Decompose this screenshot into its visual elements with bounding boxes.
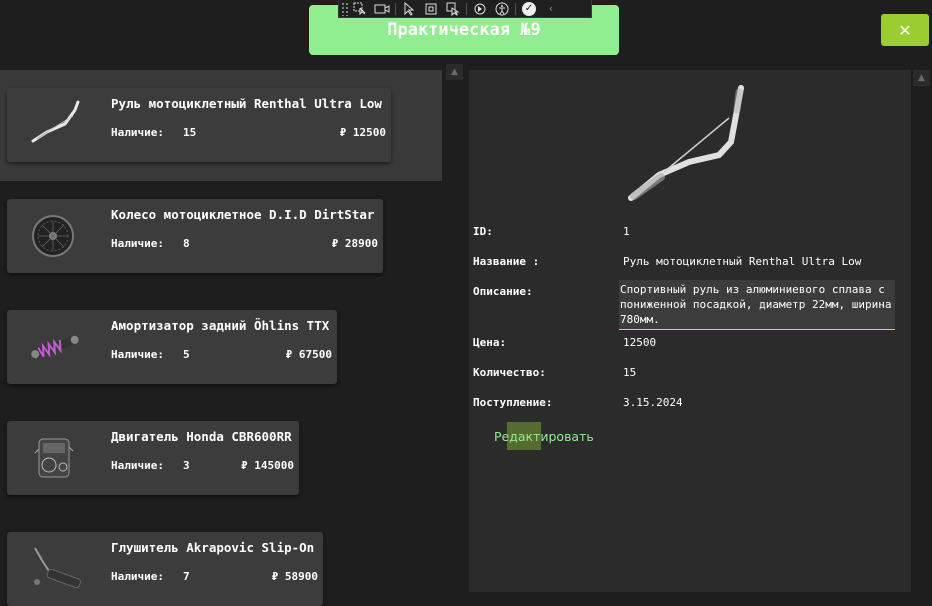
product-name: Двигатель Honda CBR600RR	[111, 429, 292, 444]
product-list[interactable]: Руль мотоциклетный Renthal Ultra Low Нал…	[0, 64, 463, 606]
id-value: 1	[623, 225, 630, 238]
handlebar-thumbnail	[25, 96, 87, 154]
pointer-target-icon[interactable]	[442, 0, 464, 17]
edit-button[interactable]: Редактировать	[494, 429, 594, 444]
exhaust-thumbnail	[25, 540, 87, 598]
toolbar-separator	[515, 2, 516, 15]
description-line: Спортивный руль из алюминиевого сплава с	[620, 283, 885, 296]
quantity-label: Количество:	[473, 366, 546, 379]
engine-thumbnail	[25, 429, 87, 487]
name-label: Название :	[473, 255, 540, 268]
product-price: ₽ 58900	[271, 570, 318, 583]
layout-bounds-icon[interactable]	[420, 0, 442, 17]
name-value: Руль мотоциклетный Renthal Ultra Low	[623, 255, 862, 268]
toolbar-separator	[395, 2, 396, 15]
stock-value: 3	[183, 459, 190, 472]
pointer-icon[interactable]	[398, 0, 420, 17]
scroll-up-arrow-icon[interactable]: ▲	[446, 64, 463, 80]
accessibility-icon[interactable]	[491, 0, 513, 17]
list-scrollbar[interactable]: ▲	[446, 64, 463, 592]
window-title: Практическая №9	[387, 20, 541, 40]
quantity-value: 15	[623, 366, 637, 379]
price-label: Цена:	[473, 336, 507, 349]
stock-value: 5	[183, 348, 190, 361]
description-line: пониженной посадкой, диаметр 22мм, ширин…	[620, 298, 892, 311]
stock-value: 7	[183, 570, 190, 583]
product-name: Глушитель Akrapovic Slip-On	[111, 540, 315, 555]
product-name: Амортизатор задний Öhlins TTX	[111, 318, 330, 333]
select-element-icon[interactable]	[349, 0, 371, 17]
video-icon[interactable]	[371, 0, 393, 17]
toolbar-separator	[466, 2, 467, 15]
stock-label: Наличие:	[111, 237, 164, 250]
product-detail-panel: ID: 1 Название : Руль мотоциклетный Rent…	[469, 70, 911, 592]
detail-scrollbar[interactable]: ▲	[911, 70, 932, 592]
product-name: Колесо мотоциклетное D.I.D DirtStar	[111, 207, 375, 222]
date-label: Поступление:	[473, 396, 553, 409]
close-icon: ✕	[898, 20, 912, 40]
product-price: ₽ 145000	[241, 459, 294, 472]
stock-value: 15	[183, 126, 197, 139]
description-textbox[interactable]: Спортивный руль из алюминиевого сплава с…	[619, 280, 895, 330]
product-price: ₽ 12500	[339, 126, 386, 139]
collapse-icon[interactable]: ‹	[540, 0, 562, 17]
stock-label: Наличие:	[111, 348, 164, 361]
product-name: Руль мотоциклетный Renthal Ultra Low	[111, 96, 382, 111]
stock-label: Наличие:	[111, 570, 164, 583]
description-label: Описание:	[473, 285, 533, 298]
stock-label: Наличие:	[111, 459, 164, 472]
drag-handle[interactable]	[341, 1, 349, 16]
stock-value: 8	[183, 237, 190, 250]
product-card[interactable]: Руль мотоциклетный Renthal Ultra Low Нал…	[7, 88, 391, 162]
scroll-up-arrow-icon[interactable]: ▲	[913, 70, 930, 86]
product-price: ₽ 28900	[331, 237, 378, 250]
price-value: 12500	[623, 336, 657, 349]
product-card[interactable]: Глушитель Akrapovic Slip-On Наличие: 7 ₽…	[7, 532, 323, 606]
product-price: ₽ 67500	[285, 348, 332, 361]
product-card[interactable]: Колесо мотоциклетное D.I.D DirtStar Нали…	[7, 199, 383, 273]
wheel-thumbnail	[25, 207, 87, 265]
id-label: ID:	[473, 225, 493, 238]
product-card[interactable]: Амортизатор задний Öhlins TTX Наличие: 5…	[7, 310, 337, 384]
debug-toolbar: ✓ ‹	[338, 0, 592, 18]
date-value: 3.15.2024	[623, 396, 683, 409]
product-image	[619, 80, 749, 205]
check-icon[interactable]: ✓	[518, 0, 540, 17]
close-button[interactable]: ✕	[881, 14, 929, 46]
description-line: 780мм.	[620, 313, 660, 326]
shock-absorber-thumbnail	[25, 318, 87, 376]
stock-label: Наличие:	[111, 126, 164, 139]
product-card[interactable]: Двигатель Honda CBR600RR Наличие: 3 ₽ 14…	[7, 421, 299, 495]
hot-reload-icon[interactable]	[469, 0, 491, 17]
